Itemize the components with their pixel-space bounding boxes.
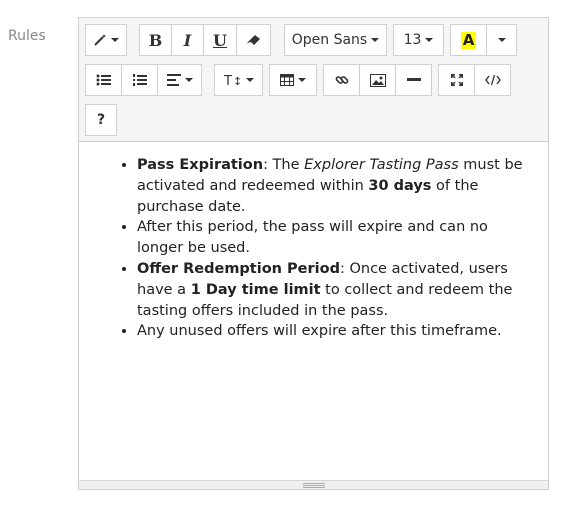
font-size-value: 13 [403,32,422,48]
unordered-list-button[interactable] [85,64,122,96]
chevron-down-icon [111,38,119,42]
underline-icon: U [213,30,227,50]
font-size-dropdown[interactable]: 13 [393,24,444,56]
fullscreen-button[interactable] [438,64,475,96]
line-height-group: T ↕ [214,64,263,96]
rule-emphasis: 30 days [368,177,432,194]
table-dropdown[interactable] [269,64,317,96]
underline-button[interactable]: U [203,24,237,56]
chevron-down-icon [245,78,254,82]
list-item: After this period, the pass will expire … [137,217,528,259]
pass-name: Explorer Tasting Pass [304,157,459,173]
chevron-down-icon [497,38,506,42]
help-group: ? [85,104,117,136]
insert-image-button[interactable] [359,64,396,96]
insert-group [323,64,432,96]
style-group [85,24,127,56]
editor-content[interactable]: Pass Expiration: The Explorer Tasting Pa… [79,143,548,480]
link-icon [335,73,349,87]
rule-text: : The [263,157,305,173]
list-item: Any unused offers will expire after this… [137,321,528,342]
chevron-down-icon [371,38,380,42]
paragraph-group [85,64,202,96]
numbered-list-icon [132,73,148,87]
expand-icon [450,73,464,87]
table-icon [280,74,294,86]
bullet-list-icon [96,73,112,87]
align-left-icon [166,74,181,86]
bold-icon: B [148,30,163,50]
color-group: A [450,24,517,56]
view-group [438,64,511,96]
chevron-down-icon [184,78,193,82]
chevron-down-icon [425,38,434,42]
code-icon [484,74,501,86]
image-icon [369,73,386,87]
field-label-rules: Rules [8,28,46,44]
bold-button[interactable]: B [139,24,172,56]
font-family-group: Open Sans [284,24,387,56]
font-family-dropdown[interactable]: Open Sans [284,24,387,56]
editor-toolbar: B I U Open Sans 13 A T ↕ ? [79,18,548,142]
font-size-group: 13 [393,24,444,56]
line-height-dropdown[interactable]: T ↕ [214,64,263,96]
rule-heading: Pass Expiration [137,157,264,173]
color-dropdown-button[interactable] [486,24,517,56]
insert-link-button[interactable] [323,64,360,96]
svg-text:T: T [224,74,232,87]
magic-wand-icon [93,33,107,47]
help-button[interactable]: ? [85,104,117,136]
recent-color-button[interactable]: A [450,24,487,56]
eraser-icon [246,33,262,47]
font-color-icon: A [460,30,477,49]
horizontal-rule-icon [406,78,421,82]
rule-emphasis: 1 Day time limit [190,281,321,298]
font-style-group: B I U [139,24,271,56]
rich-text-editor: B I U Open Sans 13 A T ↕ ? • Pass Expira… [78,17,549,490]
rule-text: After this period, the pass will expire … [137,219,488,257]
resize-handle[interactable] [79,480,548,489]
font-family-value: Open Sans [291,32,368,48]
table-group [269,64,317,96]
code-view-button[interactable] [474,64,511,96]
text-height-icon: T ↕ [224,73,242,87]
svg-text:↕: ↕ [233,75,242,87]
question-mark-icon: ? [96,112,106,128]
clear-format-button[interactable] [236,24,271,56]
list-item: Pass Expiration: The Explorer Tasting Pa… [137,155,528,217]
rule-heading: Offer Redemption Period [137,260,340,277]
grip-icon [302,482,325,488]
list-item: Offer Redemption Period: Once activated,… [137,259,528,321]
magic-style-button[interactable] [85,24,127,56]
italic-icon: I [183,30,192,50]
rule-text: Any unused offers will expire after this… [137,323,502,340]
chevron-down-icon [298,78,306,82]
rules-list: Pass Expiration: The Explorer Tasting Pa… [99,155,528,342]
italic-button[interactable]: I [171,24,204,56]
ordered-list-button[interactable] [121,64,158,96]
horizontal-rule-button[interactable] [395,64,432,96]
paragraph-align-dropdown[interactable] [157,64,202,96]
